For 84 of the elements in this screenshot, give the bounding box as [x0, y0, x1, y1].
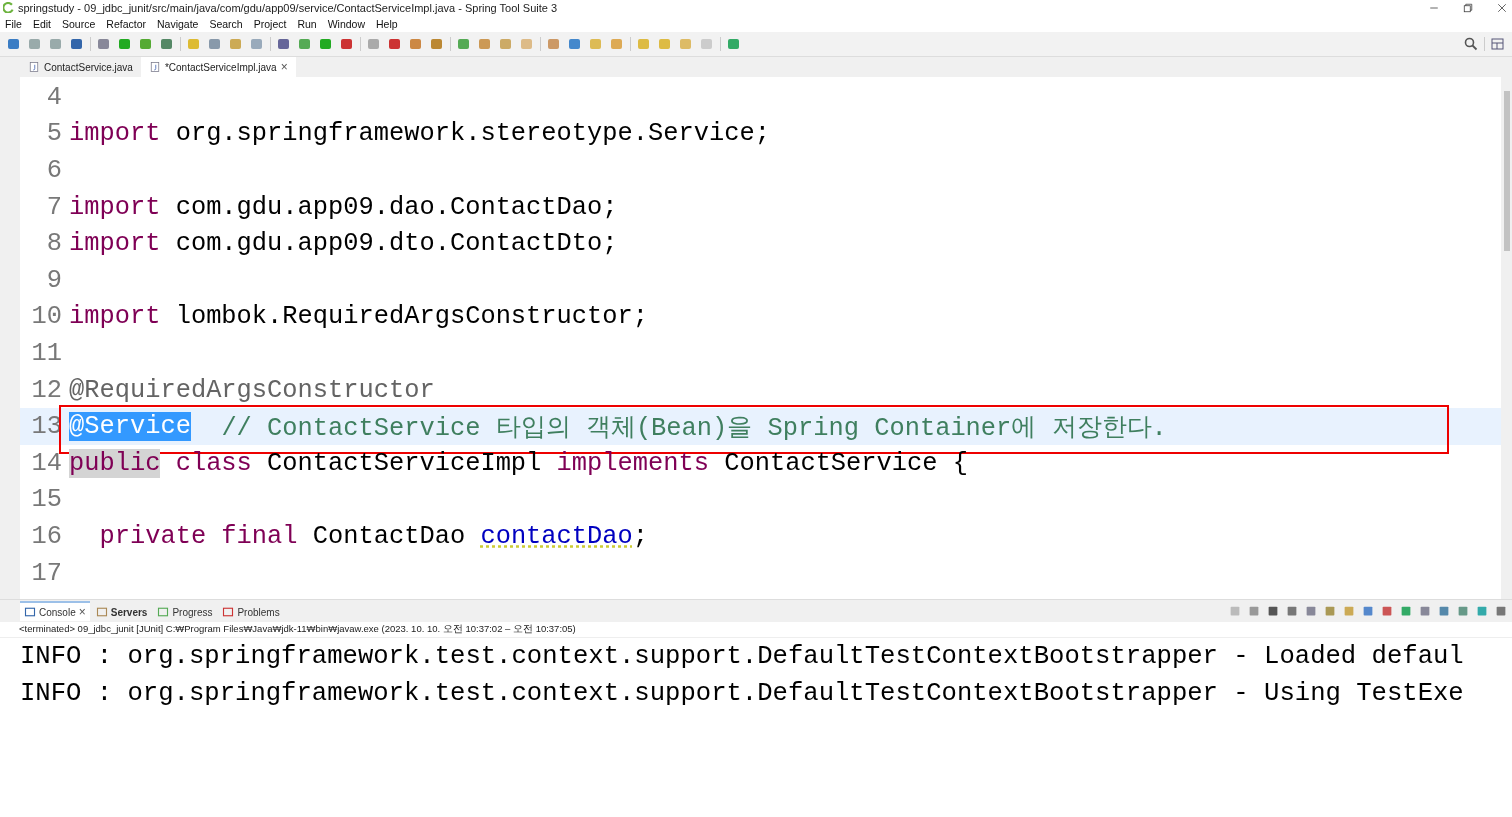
line-number: 6	[45, 156, 63, 185]
toolbar-tool-icon[interactable]	[408, 36, 424, 52]
menu-item[interactable]: Refactor	[106, 17, 146, 30]
code-line: public class ContactServiceImpl implements ContactService {	[69, 447, 968, 480]
console-tool-icon[interactable]	[1456, 604, 1470, 618]
toolbar-tool-icon[interactable]	[387, 36, 403, 52]
window-title: springstudy - 09_jdbc_junit/src/main/java/com/gdu/app09/service/ContactServiceImpl.java - Spring Tool Suite 3	[18, 1, 559, 14]
toolbar-tool-icon[interactable]	[6, 36, 22, 52]
perspective-icon[interactable]	[1490, 36, 1506, 52]
scrollbar-thumb[interactable]	[1503, 91, 1510, 251]
console-output-line: INFO : org.springframework.test.context.support.DefaultTestContextBootstrapper - Loaded defaul	[20, 641, 1465, 673]
console-tool-icon[interactable]	[1494, 604, 1508, 618]
view-icon[interactable]	[157, 606, 170, 618]
line-number: 5	[45, 119, 63, 149]
toolbar-tool-icon[interactable]	[276, 36, 292, 52]
app-logo-icon	[3, 2, 14, 13]
toolbar-tool-icon[interactable]	[567, 36, 583, 52]
line-number: 12	[30, 375, 63, 405]
console-output-line: INFO : org.springframework.test.context.support.DefaultTestContextBootstrapper - Using TestExe	[20, 677, 1465, 710]
toolbar-tool-icon[interactable]	[318, 36, 334, 52]
menu-item[interactable]: Project	[253, 17, 287, 30]
code-line: import lombok.RequiredArgsConstructor;	[69, 301, 648, 334]
menu-item[interactable]: File	[5, 17, 22, 30]
code-line: import com.gdu.app09.dao.ContactDao;	[69, 191, 618, 224]
line-number: 9	[45, 265, 63, 295]
toolbar-tool-icon[interactable]	[429, 36, 445, 52]
close-icon[interactable]	[1496, 1, 1508, 14]
toolbar-tool-icon[interactable]	[138, 36, 154, 52]
console-tool-icon[interactable]	[1266, 604, 1280, 618]
toolbar-tool-icon[interactable]	[726, 36, 742, 52]
java-file-icon[interactable]	[148, 61, 161, 73]
code-line: private final ContactDao contactDao;	[98, 520, 649, 553]
code-line: @Service // ContactService 타입의 객체(Bean)을 Spring Container에 저장한다.	[69, 408, 1167, 445]
toolbar-tool-icon[interactable]	[69, 36, 85, 52]
line-number: 14	[30, 448, 63, 478]
view-icon[interactable]	[222, 606, 235, 618]
menu-item[interactable]: Search	[209, 17, 243, 30]
menu-item[interactable]: Source	[62, 17, 96, 30]
toolbar-tool-icon[interactable]	[477, 36, 493, 52]
view-icon[interactable]	[24, 606, 36, 618]
console-tool-icon[interactable]	[1304, 604, 1318, 618]
code-line: @RequiredArgsConstructor	[69, 374, 435, 407]
line-number: 4	[45, 82, 63, 112]
view-tab[interactable]: Console ×	[20, 601, 90, 621]
menu-item[interactable]: Run	[297, 17, 317, 30]
toolbar-tool-icon[interactable]	[249, 36, 265, 52]
toolbar-tool-icon[interactable]	[207, 36, 223, 52]
menu-item[interactable]: Edit	[32, 17, 51, 30]
toolbar-tool-icon[interactable]	[48, 36, 64, 52]
view-tab[interactable]: Servers	[91, 602, 152, 620]
console-tool-icon[interactable]	[1437, 604, 1451, 618]
toolbar-tool-icon[interactable]	[159, 36, 175, 52]
view-tab[interactable]: Progress	[153, 602, 217, 620]
line-number: 15	[30, 485, 63, 515]
code-line: import com.gdu.app09.dto.ContactDto;	[69, 228, 618, 261]
line-number: 17	[30, 558, 63, 588]
editor-tab[interactable]: *ContactServiceImpl.java ×	[140, 57, 296, 77]
line-number: 10	[30, 302, 63, 332]
line-number: 7	[45, 192, 63, 222]
console-status-text: <terminated> 09_jdbc_junit [JUnit] C:₩Program Files₩Java₩jdk-11₩bin₩javaw.exe (2023. 10. 10. 오전 10:37:02 – 오전 10:37:05)	[0, 622, 1512, 638]
toolbar-tool-icon[interactable]	[546, 36, 562, 52]
console-tool-icon[interactable]	[1380, 604, 1394, 618]
menu-item[interactable]: Window	[327, 17, 366, 30]
toolbar-tool-icon[interactable]	[27, 36, 43, 52]
console-tool-icon[interactable]	[1418, 604, 1432, 618]
java-file-icon[interactable]	[28, 61, 40, 73]
menu-item[interactable]: Help	[376, 17, 398, 30]
view-tab[interactable]: Problems	[218, 602, 284, 620]
view-icon[interactable]	[95, 606, 108, 618]
console-tool-icon[interactable]	[1285, 604, 1299, 618]
toolbar-tool-icon[interactable]	[456, 36, 472, 52]
toolbar-tool-icon[interactable]	[297, 36, 313, 52]
line-number: 16	[30, 521, 63, 551]
code-line: import org.springframework.stereotype.Service;	[69, 118, 770, 151]
menu-item[interactable]: Navigate	[157, 17, 199, 30]
restore-icon[interactable]	[1462, 1, 1474, 14]
search-icon[interactable]	[1463, 36, 1479, 52]
toolbar-tool-icon[interactable]	[96, 36, 112, 52]
line-number: 8	[45, 229, 63, 259]
console-tool-icon[interactable]	[1361, 604, 1375, 618]
toolbar-tool-icon[interactable]	[117, 36, 133, 52]
toolbar-tool-icon[interactable]	[339, 36, 355, 52]
editor-tab[interactable]: ContactService.java	[20, 57, 141, 77]
line-number: 11	[30, 338, 63, 368]
